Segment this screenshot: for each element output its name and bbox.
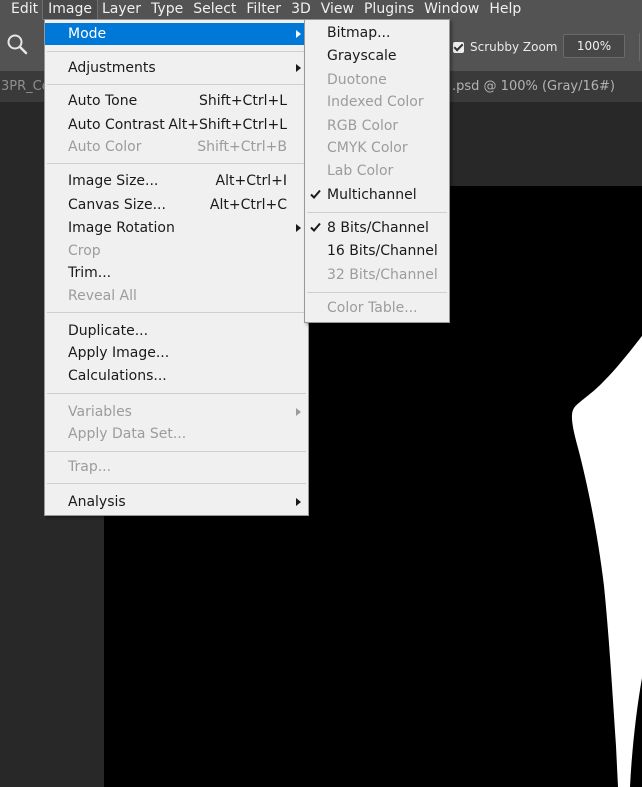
mode-item-rgb-color: RGB Color xyxy=(327,118,399,134)
menu-separator xyxy=(307,212,447,213)
submenu-arrow-icon xyxy=(296,498,301,506)
menu-view[interactable]: View xyxy=(316,0,359,19)
mode-item-32-bits: 32 Bits/Channel xyxy=(327,267,438,283)
menu-image[interactable]: Image xyxy=(42,0,98,20)
menu-item-analysis[interactable]: Analysis xyxy=(45,491,308,513)
scrubby-zoom-checkbox[interactable] xyxy=(453,41,464,53)
menu-separator xyxy=(47,451,306,452)
checkmark-icon xyxy=(310,222,321,232)
menu-item-reveal-all: Reveal All xyxy=(68,288,137,304)
menu-filter[interactable]: Filter xyxy=(241,0,286,19)
mode-item-lab-color: Lab Color xyxy=(327,163,394,179)
menu-separator xyxy=(47,51,306,52)
menu-item-duplicate[interactable]: Duplicate... xyxy=(45,320,308,342)
menu-item-canvas-size[interactable]: Canvas Size... Alt+Ctrl+C xyxy=(45,194,308,216)
mode-item-8-bits[interactable]: 8 Bits/Channel xyxy=(305,217,449,239)
menu-item-trap: Trap... xyxy=(68,459,112,475)
menu-item-image-size[interactable]: Image Size... Alt+Ctrl+I xyxy=(45,170,308,192)
menu-separator xyxy=(307,292,447,293)
document-tab-inactive[interactable]: 3PR_Co xyxy=(0,71,50,102)
options-divider xyxy=(639,33,640,61)
submenu-arrow-icon xyxy=(296,408,301,416)
image-menu-dropdown: Mode Adjustments Auto Tone Shift+Ctrl+L … xyxy=(44,19,309,516)
menu-plugins[interactable]: Plugins xyxy=(359,0,419,19)
mode-item-grayscale[interactable]: Grayscale xyxy=(305,45,449,67)
submenu-arrow-icon xyxy=(296,30,301,38)
menu-item-mode[interactable]: Mode xyxy=(45,23,308,45)
submenu-arrow-icon xyxy=(296,224,301,232)
menu-separator xyxy=(47,84,306,85)
menu-3d[interactable]: 3D xyxy=(286,0,316,19)
mode-item-cmyk-color: CMYK Color xyxy=(327,140,408,156)
menu-item-apply-data-set: Apply Data Set... xyxy=(68,426,187,442)
mode-item-multichannel[interactable]: Multichannel xyxy=(305,184,449,206)
menu-layer[interactable]: Layer xyxy=(97,0,146,19)
menu-item-auto-color: Auto Color Shift+Ctrl+B xyxy=(68,139,287,155)
menu-item-trim[interactable]: Trim... xyxy=(45,262,308,284)
menu-item-auto-tone[interactable]: Auto Tone Shift+Ctrl+L xyxy=(45,90,308,112)
menu-item-calculations[interactable]: Calculations... xyxy=(45,365,308,387)
menu-help[interactable]: Help xyxy=(484,0,526,19)
mode-item-duotone: Duotone xyxy=(327,72,387,88)
menu-item-apply-image[interactable]: Apply Image... xyxy=(45,342,308,364)
menu-separator xyxy=(47,483,306,484)
menu-item-auto-contrast[interactable]: Auto Contrast Alt+Shift+Ctrl+L xyxy=(45,114,308,136)
menu-item-image-rotation[interactable]: Image Rotation xyxy=(45,217,308,239)
menu-item-adjustments[interactable]: Adjustments xyxy=(45,57,308,79)
zoom-percent-field[interactable]: 100% xyxy=(563,34,625,58)
menu-separator xyxy=(47,393,306,394)
menu-select[interactable]: Select xyxy=(188,0,241,19)
mode-item-16-bits[interactable]: 16 Bits/Channel xyxy=(305,240,449,262)
mode-item-indexed-color: Indexed Color xyxy=(327,94,424,110)
menu-item-crop: Crop xyxy=(68,243,101,259)
menu-bar: Edit Image Layer Type Select Filter 3D V… xyxy=(0,0,642,20)
zoom-icon[interactable] xyxy=(6,33,30,57)
mode-item-bitmap[interactable]: Bitmap... xyxy=(305,22,449,44)
scrubby-zoom-toggle[interactable]: Scrubby Zoom xyxy=(453,40,558,54)
menu-separator xyxy=(47,163,306,164)
menu-edit[interactable]: Edit xyxy=(0,0,43,19)
mode-item-color-table: Color Table... xyxy=(327,300,418,316)
menu-type[interactable]: Type xyxy=(146,0,188,19)
menu-window[interactable]: Window xyxy=(419,0,484,19)
menu-separator xyxy=(47,312,306,313)
document-tab-active[interactable]: .psd @ 100% (Gray/16#) xyxy=(452,71,615,102)
scrubby-zoom-label: Scrubby Zoom xyxy=(470,40,558,54)
mode-submenu: Bitmap... Grayscale Duotone Indexed Colo… xyxy=(304,19,450,323)
submenu-arrow-icon xyxy=(296,64,301,72)
menu-item-variables: Variables xyxy=(45,401,308,423)
checkmark-icon xyxy=(310,189,321,199)
